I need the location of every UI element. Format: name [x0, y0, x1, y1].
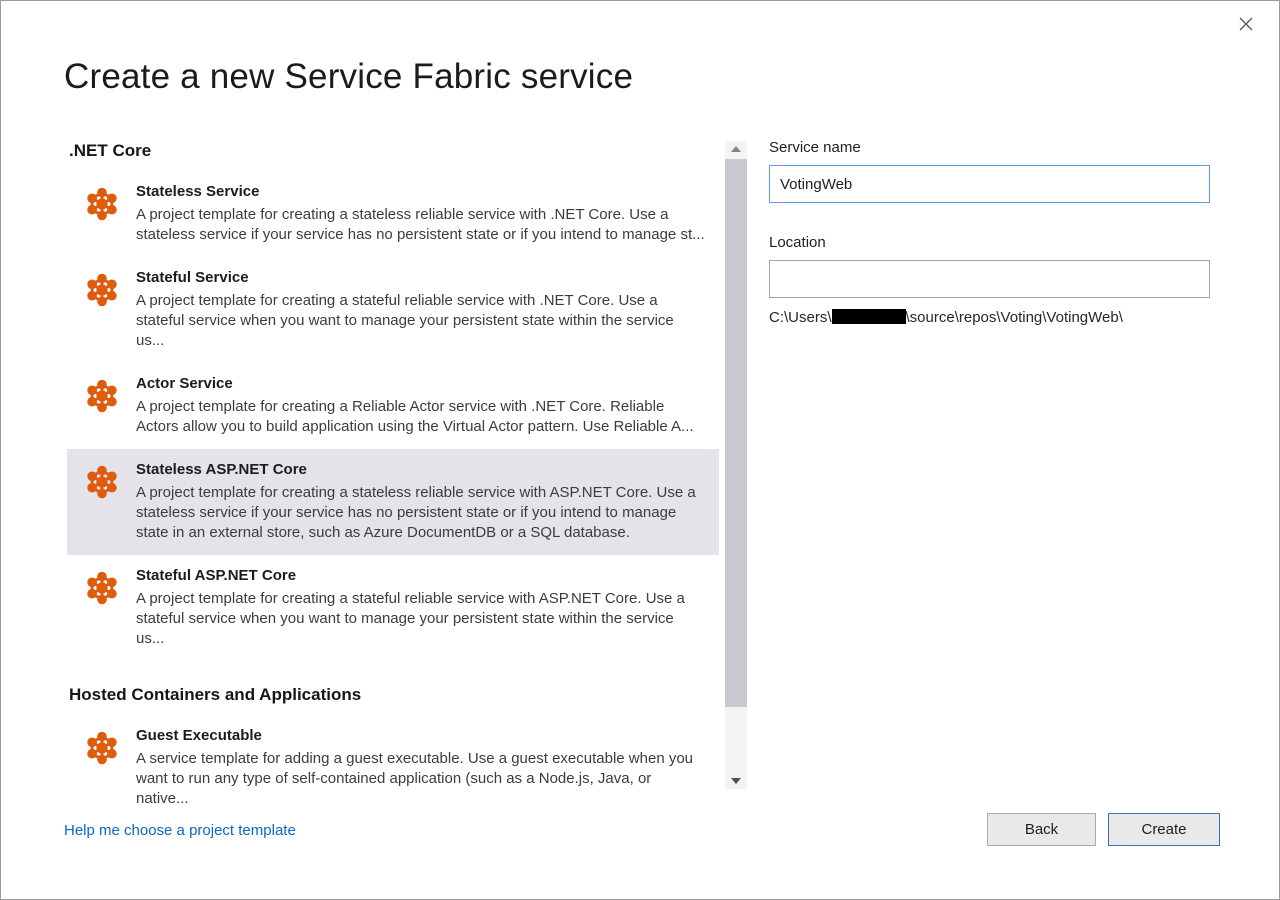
dialog-title: Create a new Service Fabric service	[64, 57, 633, 97]
template-item-stateless-service[interactable]: Stateless Service A project template for…	[67, 171, 719, 257]
service-fabric-icon	[83, 185, 121, 223]
template-item-stateful-aspnet-core[interactable]: Stateful ASP.NET Core A project template…	[67, 555, 719, 661]
template-item-title: Guest Executable	[136, 727, 705, 744]
scrollbar-down-arrow-icon[interactable]	[725, 773, 747, 789]
service-fabric-icon	[83, 377, 121, 415]
back-button[interactable]: Back	[987, 813, 1096, 846]
template-item-description: A project template for creating a statel…	[136, 205, 705, 245]
create-service-fabric-service-dialog: Create a new Service Fabric service .NET…	[0, 0, 1280, 900]
template-item-stateful-service[interactable]: Stateful Service A project template for …	[67, 257, 719, 363]
service-fabric-icon	[83, 463, 121, 501]
service-name-label: Service name	[769, 139, 1210, 156]
output-path-suffix: \source\repos\Voting\VotingWeb\	[906, 309, 1123, 326]
scrollbar-up-arrow-icon[interactable]	[725, 141, 747, 157]
template-item-title: Stateful Service	[136, 269, 705, 286]
help-link[interactable]: Help me choose a project template	[64, 822, 296, 839]
service-fabric-icon	[83, 271, 121, 309]
template-item-title: Stateless Service	[136, 183, 705, 200]
template-item-description: A project template for creating a statef…	[136, 589, 705, 649]
list-scrollbar[interactable]	[725, 141, 747, 789]
output-path-prefix: C:\Users\	[769, 309, 832, 326]
service-fabric-icon	[83, 729, 121, 767]
template-item-title: Stateful ASP.NET Core	[136, 567, 705, 584]
template-item-title: Actor Service	[136, 375, 705, 392]
template-item-description: A service template for adding a guest ex…	[136, 749, 705, 809]
location-input[interactable]	[769, 260, 1210, 298]
template-item-title: Stateless ASP.NET Core	[136, 461, 705, 478]
service-name-input[interactable]	[769, 165, 1210, 203]
close-icon[interactable]	[1233, 11, 1259, 37]
create-button[interactable]: Create	[1108, 813, 1220, 846]
template-item-description: A project template for creating a statel…	[136, 483, 705, 543]
template-list: .NET Core Stateless Service A project te…	[67, 141, 719, 821]
template-item-guest-executable[interactable]: Guest Executable A service template for …	[67, 715, 719, 821]
template-item-description: A project template for creating a statef…	[136, 291, 705, 351]
template-item-actor-service[interactable]: Actor Service A project template for cre…	[67, 363, 719, 449]
output-path-text: C:\Users\ \source\repos\Voting\VotingWeb\	[769, 309, 1210, 326]
template-item-stateless-aspnet-core[interactable]: Stateless ASP.NET Core A project templat…	[67, 449, 719, 555]
scrollbar-thumb[interactable]	[725, 159, 747, 707]
section-header-hosted-containers: Hosted Containers and Applications	[67, 685, 719, 705]
location-label: Location	[769, 234, 1210, 251]
redacted-username	[832, 309, 906, 324]
service-config-panel: Service name Location C:\Users\ \source\r…	[769, 139, 1210, 326]
service-fabric-icon	[83, 569, 121, 607]
section-header-net-core: .NET Core	[67, 141, 719, 161]
template-item-description: A project template for creating a Reliab…	[136, 397, 705, 437]
